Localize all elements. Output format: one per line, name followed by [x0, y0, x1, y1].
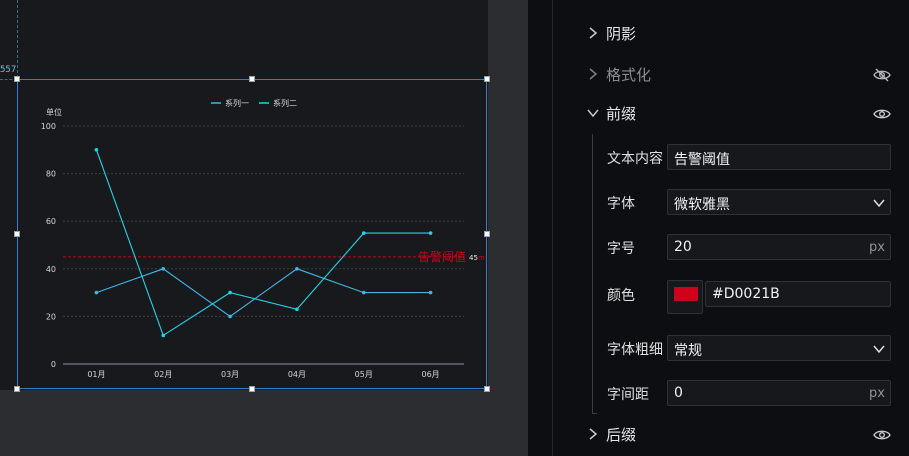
label-color: 颜色	[607, 288, 635, 304]
font-select[interactable]: 微软雅黑	[667, 189, 891, 215]
section-format[interactable]: 格式化	[553, 60, 909, 88]
label-font: 字体	[607, 196, 635, 212]
color-hex-value: #D0021B	[712, 286, 780, 302]
label-letter-spacing: 字间距	[607, 387, 649, 403]
font-size-unit: px	[869, 240, 885, 255]
font-weight-select[interactable]: 常规	[667, 335, 891, 361]
threshold-label: 告警阈值	[418, 249, 466, 264]
text-content-input[interactable]: 告警阈值	[667, 144, 891, 170]
series-line-1	[96, 268, 431, 318]
section-title-suffix: 后缀	[606, 425, 637, 444]
data-point	[228, 290, 232, 295]
y-tick-label: 0	[51, 360, 56, 369]
section-prefix[interactable]: 前缀	[553, 99, 909, 127]
label-font-weight: 字体粗细	[607, 342, 663, 358]
line-chart-widget[interactable]: 0 20 40 60 80 100 01月 02月 03月 04月 05月 06月 单位 系列一 系列二告警…	[17, 79, 487, 389]
font-size-input[interactable]: 20 px	[667, 234, 891, 260]
chevron-down-icon	[587, 107, 599, 119]
resize-handle-top-center[interactable]	[249, 76, 255, 82]
resize-handle-middle-right[interactable]	[484, 231, 490, 237]
section-title-prefix: 前缀	[606, 104, 637, 123]
data-point	[94, 148, 99, 152]
y-tick-label: 20	[46, 312, 56, 321]
threshold-value: 45	[469, 254, 478, 262]
resize-handle-bottom-center[interactable]	[249, 386, 255, 392]
data-point	[295, 267, 299, 271]
eye-off-icon[interactable]	[873, 67, 891, 82]
chevron-right-icon	[587, 68, 599, 80]
resize-handle-top-left[interactable]	[14, 76, 20, 82]
chevron-down-icon	[872, 195, 886, 209]
font-select-value: 微软雅黑	[674, 197, 730, 213]
chevron-down-icon	[872, 341, 886, 355]
font-weight-value: 常规	[674, 343, 702, 359]
x-tick-label: 06月	[421, 370, 439, 379]
resize-handle-bottom-right[interactable]	[484, 386, 490, 392]
chevron-right-icon	[587, 27, 599, 39]
legend-label: 系列一	[225, 98, 249, 108]
letter-spacing-value: 0	[674, 385, 683, 401]
y-tick-label: 100	[41, 122, 56, 131]
x-tick-label: 04月	[288, 370, 306, 379]
eye-icon[interactable]	[873, 427, 891, 441]
legend-label: 系列二	[273, 98, 297, 108]
y-tick-label: 80	[46, 170, 56, 179]
data-point	[228, 314, 232, 319]
resize-handle-middle-left[interactable]	[14, 231, 20, 237]
y-tick-label: 40	[46, 265, 56, 274]
text-content-value: 告警阈值	[674, 152, 730, 168]
chevron-right-icon	[587, 428, 599, 440]
x-tick-label: 01月	[87, 370, 105, 379]
data-point	[361, 231, 366, 235]
color-picker[interactable]	[667, 280, 703, 314]
section-title-format: 格式化	[606, 65, 652, 84]
font-size-value: 20	[674, 239, 692, 255]
label-text-content: 文本内容	[607, 151, 663, 167]
panel-gutter	[528, 0, 552, 456]
prefix-group-guide	[592, 134, 597, 414]
data-point	[295, 307, 299, 312]
data-point	[428, 290, 433, 295]
color-swatch	[674, 287, 698, 301]
data-point	[94, 290, 99, 295]
series-line-2	[95, 149, 431, 337]
line-chart-svg: 0 20 40 60 80 100 01月 02月 03月 04月 05月 06月 单位 系列一 系列二告警…	[41, 98, 485, 379]
design-canvas[interactable]: 557 0 20 40 60 80 100 01月 02月 03月 04月 05月 06月 单位 系列一 系…	[0, 0, 528, 456]
resize-handle-bottom-left[interactable]	[14, 386, 20, 392]
letter-spacing-input[interactable]: 0 px	[667, 380, 891, 406]
section-title-shadow: 阴影	[606, 24, 637, 43]
y-tick-label: 60	[46, 217, 56, 226]
letter-spacing-unit: px	[869, 386, 885, 401]
x-tick-label: 03月	[221, 370, 239, 379]
ruler-guide-vertical	[17, 0, 18, 78]
data-point	[161, 267, 166, 271]
section-suffix[interactable]: 后缀	[553, 420, 909, 448]
data-point	[161, 333, 166, 338]
data-point	[361, 290, 366, 295]
section-shadow[interactable]: 阴影	[553, 19, 909, 47]
resize-handle-top-right[interactable]	[484, 76, 490, 82]
guide-position-readout: 557	[0, 65, 17, 75]
x-tick-label: 05月	[355, 370, 373, 379]
eye-icon[interactable]	[873, 106, 891, 120]
properties-panel: 阴影 格式化 前缀 文本内容 告警阈值 字体 微软雅黑 字号 20 px 颜色 …	[553, 0, 909, 456]
y-axis-label: 单位	[46, 107, 62, 117]
label-font-size: 字号	[607, 241, 635, 257]
x-tick-label: 02月	[154, 370, 172, 379]
data-point	[428, 231, 433, 235]
threshold-unit: m	[478, 254, 485, 262]
color-hex-input[interactable]: #D0021B	[705, 281, 891, 307]
